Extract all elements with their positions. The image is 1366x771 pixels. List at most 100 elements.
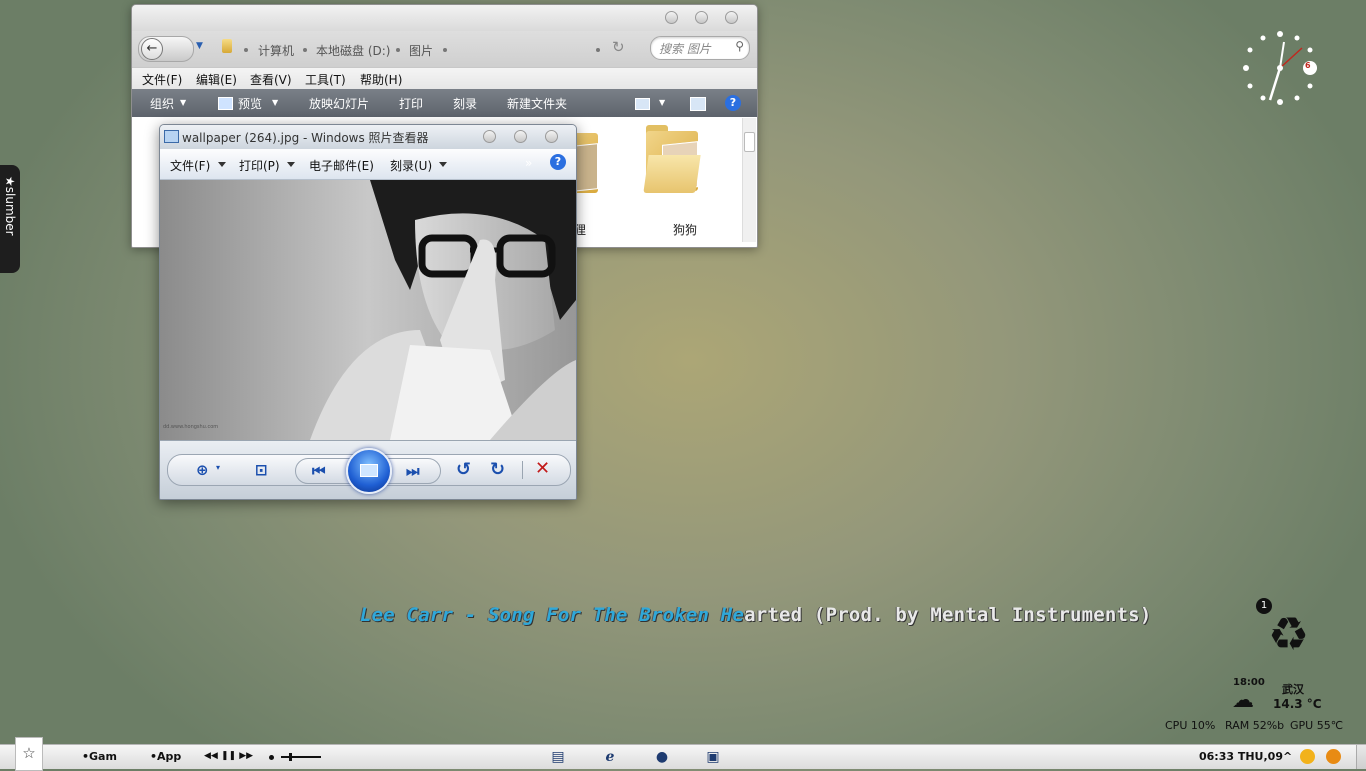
folder-front <box>643 155 701 193</box>
tray-caret-icon[interactable]: ^ <box>1283 750 1292 763</box>
help-icon[interactable]: ? <box>725 95 741 111</box>
minimize-button[interactable] <box>483 130 496 143</box>
slumber-sidebar-tab[interactable]: ★slumber <box>0 165 20 273</box>
photo-watermark: dd.www.hongshu.com <box>163 424 219 430</box>
volume-dot <box>269 755 274 760</box>
taskbar-clock[interactable]: 06:33 THU,09 <box>1199 750 1283 763</box>
tray-app-icon[interactable] <box>1300 749 1315 764</box>
folder-item-dogs[interactable] <box>643 125 701 193</box>
media-controls[interactable]: ◀◀ ❚❚ ▶▶ <box>204 751 253 761</box>
viewer-menu-file[interactable]: 文件(F) <box>170 157 210 174</box>
viewer-menu-burn[interactable]: 刻录(U) <box>390 157 432 174</box>
viewer-controls: ⊕ ▾ ⊡ ⏮ ⏭ ↺ ↻ ✕ <box>160 440 576 499</box>
menu-file[interactable]: 文件(F) <box>142 71 182 88</box>
portrait-photo <box>160 180 576 440</box>
photo-viewer-icon <box>164 130 179 143</box>
overflow-chevron-icon[interactable]: » <box>525 156 532 170</box>
breadcrumb-separator <box>443 48 447 52</box>
scrollbar-thumb[interactable] <box>744 132 755 152</box>
maximize-button[interactable] <box>514 130 527 143</box>
breadcrumb-separator <box>244 48 248 52</box>
divider <box>522 461 523 479</box>
taskbar-apps[interactable]: •App <box>150 750 181 763</box>
show-desktop-button[interactable] <box>1356 745 1366 769</box>
viewer-title: wallpaper (264).jpg - Windows 照片查看器 <box>182 131 429 145</box>
toolbar-new-folder[interactable]: 新建文件夹 <box>507 95 567 112</box>
chevron-down-icon <box>218 162 226 167</box>
qq-tray-icon[interactable] <box>1326 749 1341 764</box>
viewer-menubar: 文件(F) 打印(P) 电子邮件(E) 刻录(U) » ? <box>160 149 576 180</box>
slideshow-button[interactable] <box>346 448 392 494</box>
weather-temperature: 14.3 °C <box>1273 697 1322 711</box>
photo-viewer-task-icon[interactable]: ▣ <box>703 747 723 767</box>
minimize-button[interactable] <box>665 11 678 24</box>
recycle-symbol-icon: ♻ <box>1268 607 1310 661</box>
scrollbar[interactable] <box>742 118 756 242</box>
rotate-left-icon[interactable]: ↺ <box>456 459 471 480</box>
folder-icon <box>222 39 232 53</box>
close-button[interactable] <box>545 130 558 143</box>
next-icon[interactable]: ⏭ <box>406 462 420 480</box>
file-explorer-task-icon[interactable]: ▤ <box>548 747 568 767</box>
refresh-icon[interactable]: ↻ <box>612 38 625 56</box>
toolbar-slideshow[interactable]: 放映幻灯片 <box>309 95 369 112</box>
close-button[interactable] <box>725 11 738 24</box>
viewer-menu-email[interactable]: 电子邮件(E) <box>309 157 374 174</box>
explorer-titlebar <box>132 5 757 31</box>
clock-date: 6 <box>1305 61 1311 70</box>
taskbar-games[interactable]: •Gam <box>82 750 117 763</box>
zoom-icon[interactable]: ⊕ <box>196 461 209 479</box>
menu-tools[interactable]: 工具(T) <box>305 71 346 88</box>
menu-edit[interactable]: 编辑(E) <box>196 71 237 88</box>
breadcrumb-drive[interactable]: 本地磁盘 (D:) <box>316 42 390 59</box>
volume-slider[interactable] <box>281 756 321 758</box>
photo-display[interactable]: dd.www.hongshu.com <box>160 180 576 440</box>
address-row: ← ▼ 计算机 本地磁盘 (D:) 图片 ↻ 搜索 图片 ⚲ <box>132 31 757 67</box>
breadcrumb-separator <box>303 48 307 52</box>
menu-help[interactable]: 帮助(H) <box>360 71 402 88</box>
preview-pane-icon[interactable] <box>690 97 706 111</box>
now-playing-lyrics: Lee Carr - Song For The Broken Hearted (… <box>360 604 1151 626</box>
maximize-button[interactable] <box>695 11 708 24</box>
chevron-down-icon <box>287 162 295 167</box>
actual-size-icon[interactable]: ⊡ <box>255 461 268 479</box>
explorer-menubar: 文件(F) 编辑(E) 查看(V) 工具(T) 帮助(H) <box>132 67 757 90</box>
song-rest-text: arted (Prod. by Mental Instruments) <box>744 604 1152 626</box>
explorer-toolbar: 组织 ▼ 预览 ▼ 放映幻灯片 打印 刻录 新建文件夹 ▼ ? <box>132 89 757 117</box>
chevron-down-icon: ▼ <box>180 98 187 107</box>
nav-buttons[interactable]: ← <box>138 36 194 62</box>
viewer-titlebar: wallpaper (264).jpg - Windows 照片查看器 <box>160 125 576 149</box>
back-arrow-icon[interactable]: ← <box>141 38 163 60</box>
chevron-down-icon[interactable]: ▾ <box>216 463 220 472</box>
toolbar-print[interactable]: 打印 <box>399 95 423 112</box>
star-start-button[interactable]: ☆ <box>15 737 43 771</box>
history-dropdown-icon[interactable]: ▼ <box>196 41 203 51</box>
slumber-label: ★slumber <box>3 176 17 236</box>
toolbar-organize[interactable]: 组织 <box>150 95 174 112</box>
viewer-menu-print[interactable]: 打印(P) <box>239 157 280 174</box>
cpu-usage: CPU 10% <box>1165 719 1216 732</box>
chat-task-icon[interactable]: ● <box>652 747 672 767</box>
menu-view[interactable]: 查看(V) <box>250 71 292 88</box>
breadcrumb-computer[interactable]: 计算机 <box>258 42 294 59</box>
delete-icon[interactable]: ✕ <box>535 458 550 479</box>
chevron-down-icon: ▼ <box>272 98 279 107</box>
toolbar-preview[interactable]: 预览 <box>238 95 262 112</box>
search-placeholder: 搜索 图片 <box>659 42 711 56</box>
search-icon[interactable]: ⚲ <box>735 39 744 53</box>
help-icon[interactable]: ? <box>550 154 566 170</box>
slideshow-icon <box>360 464 378 477</box>
breadcrumb-pictures[interactable]: 图片 <box>409 42 433 59</box>
chevron-down-icon[interactable]: ▼ <box>659 98 665 107</box>
rotate-right-icon[interactable]: ↻ <box>490 459 505 480</box>
ram-usage: RAM 52%b <box>1225 719 1285 732</box>
recycle-bin-icon[interactable]: ♻ <box>1262 604 1322 664</box>
toolbar-burn[interactable]: 刻录 <box>453 95 477 112</box>
address-dropdown[interactable] <box>596 48 600 52</box>
photo-viewer-window: wallpaper (264).jpg - Windows 照片查看器 文件(F… <box>159 124 577 500</box>
view-options-icon[interactable] <box>635 98 650 110</box>
volume-slider-handle[interactable] <box>289 753 292 761</box>
internet-explorer-task-icon[interactable]: e <box>600 747 620 767</box>
previous-icon[interactable]: ⏮ <box>312 462 326 480</box>
search-input[interactable]: 搜索 图片 ⚲ <box>650 36 750 60</box>
